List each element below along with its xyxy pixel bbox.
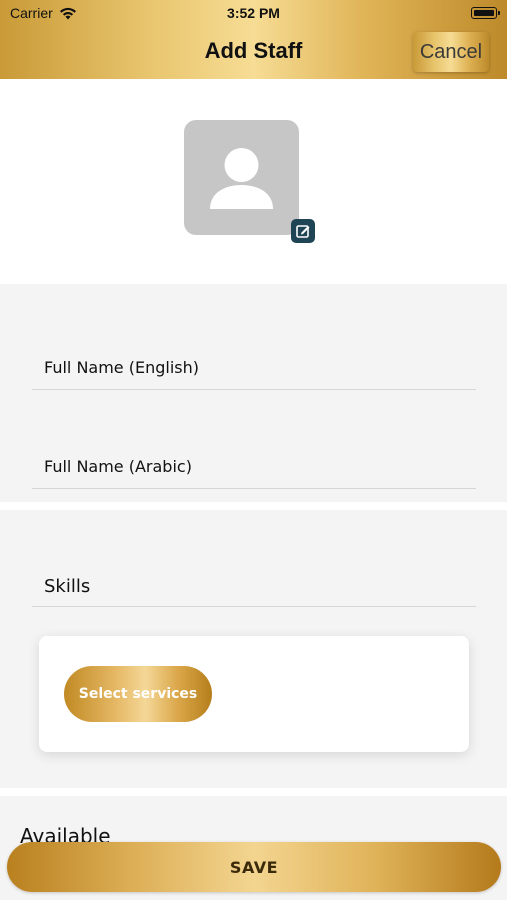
avatar-section (0, 79, 507, 284)
full-name-arabic-field[interactable]: Full Name (Arabic) (32, 449, 476, 489)
person-placeholder-icon (210, 148, 273, 209)
cancel-button[interactable]: Cancel (413, 32, 489, 72)
select-services-button[interactable]: Select services (64, 666, 212, 722)
status-time: 3:52 PM (227, 5, 280, 21)
section-divider (0, 502, 507, 510)
edit-icon (296, 225, 310, 238)
edit-photo-button[interactable] (291, 219, 315, 243)
section-divider (0, 788, 507, 796)
app-header: Carrier 3:52 PM Add Staff Cancel (0, 0, 507, 79)
status-bar: Carrier 3:52 PM (0, 0, 507, 28)
battery-icon (471, 7, 500, 19)
full-name-arabic-placeholder: Full Name (Arabic) (44, 457, 192, 476)
staff-photo[interactable] (184, 120, 299, 235)
services-card: Select services (39, 636, 469, 752)
skills-label: Skills (44, 576, 91, 597)
save-button[interactable]: SAVE (7, 842, 501, 892)
full-name-english-placeholder: Full Name (English) (44, 358, 199, 377)
skills-field: Skills (32, 567, 476, 607)
full-name-english-field[interactable]: Full Name (English) (32, 350, 476, 390)
